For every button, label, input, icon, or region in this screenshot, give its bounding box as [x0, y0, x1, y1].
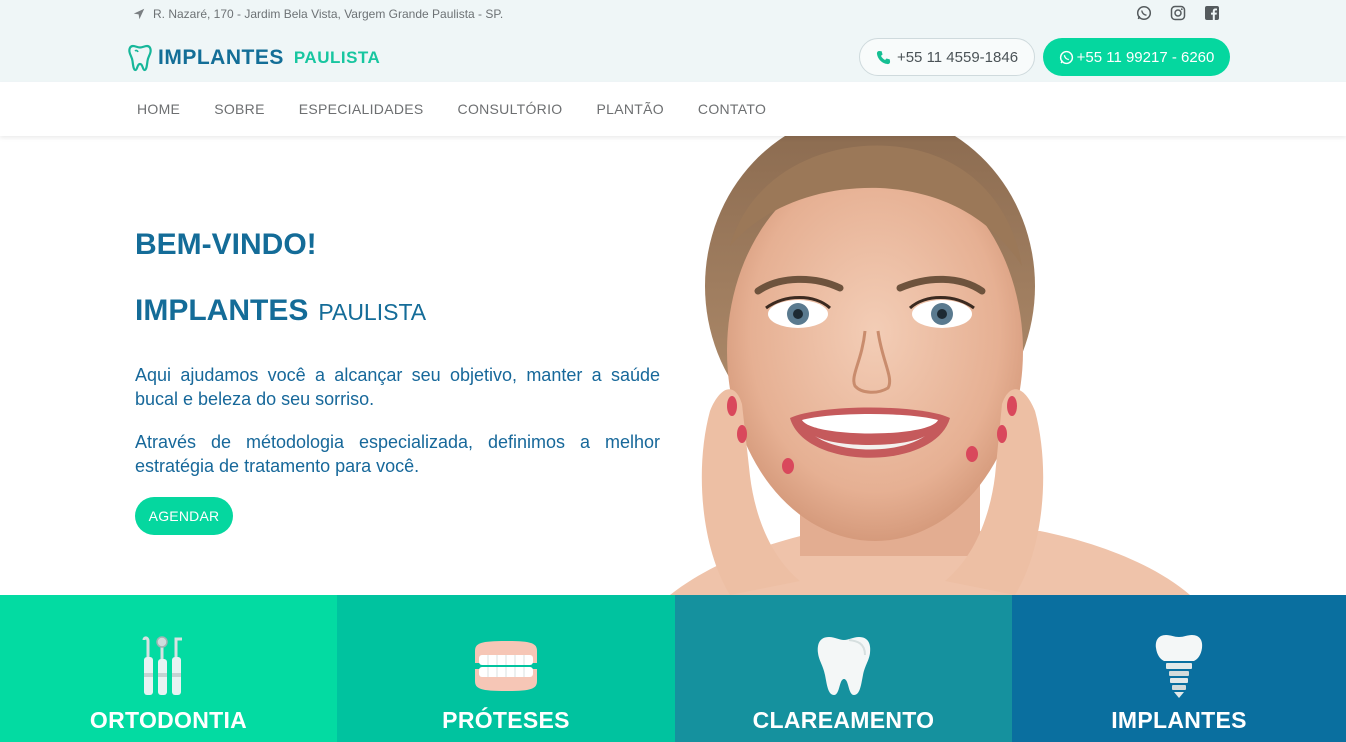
- address-text: R. Nazaré, 170 - Jardim Bela Vista, Varg…: [153, 7, 504, 21]
- nav-item-home[interactable]: HOME: [137, 101, 180, 117]
- nav-item-contato[interactable]: CONTATO: [698, 101, 766, 117]
- whatsapp-icon[interactable]: [1136, 5, 1152, 21]
- nav-item-especialidades[interactable]: ESPECIALIDADES: [299, 101, 424, 117]
- top-bar: R. Nazaré, 170 - Jardim Bela Vista, Varg…: [0, 0, 1346, 82]
- location-arrow-icon: [133, 8, 145, 20]
- service-title: IMPLANTES: [1111, 707, 1247, 733]
- hero-brand-heading: IMPLANTES PAULISTA: [135, 294, 426, 328]
- dental-tools-icon: [142, 636, 182, 695]
- whatsapp-button[interactable]: +55 11 99217 - 6260: [1043, 38, 1230, 76]
- nav-item-plantao[interactable]: PLANTÃO: [596, 101, 663, 117]
- service-clareamento[interactable]: CLAREAMENTO: [675, 595, 1012, 742]
- hero-brand-main: IMPLANTES: [135, 294, 309, 327]
- service-proteses[interactable]: PRÓTESES: [337, 595, 675, 742]
- phone-button[interactable]: +55 11 4559-1846: [859, 38, 1035, 76]
- tooth-logo-icon: [128, 44, 152, 72]
- social-links: [1136, 5, 1220, 21]
- hero-brand-sub: PAULISTA: [318, 299, 427, 325]
- whatsapp-number: +55 11 99217 - 6260: [1076, 48, 1215, 66]
- service-ortodontia[interactable]: ORTODONTIA: [0, 595, 337, 742]
- tooth-implant-icon: [1155, 635, 1203, 698]
- facebook-icon[interactable]: [1204, 5, 1220, 21]
- hero-section: BEM-VINDO! IMPLANTES PAULISTA Aqui ajuda…: [0, 136, 1346, 595]
- logo-text-sub: PAULISTA: [293, 48, 381, 67]
- phone-number: +55 11 4559-1846: [896, 48, 1019, 66]
- nav-item-sobre[interactable]: SOBRE: [214, 101, 265, 117]
- nav-item-consultorio[interactable]: CONSULTÓRIO: [458, 101, 563, 117]
- service-title: ORTODONTIA: [89, 707, 248, 733]
- hero-welcome-heading: BEM-VINDO!: [135, 228, 317, 261]
- services-strip: ORTODONTIA PRÓTESES CLAREAMENTO IMPLANTE…: [0, 595, 1346, 742]
- schedule-button[interactable]: AGENDAR: [135, 497, 233, 535]
- logo-text-main: IMPLANTES: [158, 46, 284, 69]
- service-title: CLAREAMENTO: [752, 707, 935, 733]
- hero-paragraph-2: Através de métodologia especializada, de…: [135, 432, 660, 476]
- phone-icon: [876, 50, 891, 64]
- smiling-woman-image: [670, 136, 1190, 595]
- tooth-icon: [817, 637, 870, 695]
- instagram-icon[interactable]: [1170, 5, 1186, 21]
- service-title: PRÓTESES: [442, 707, 570, 733]
- main-nav: HOME SOBRE ESPECIALIDADES CONSULTÓRIO PL…: [0, 82, 1346, 136]
- hero-paragraph-1: Aqui ajudamos você a alcançar seu objeti…: [135, 365, 660, 409]
- service-implantes[interactable]: IMPLANTES: [1012, 595, 1346, 742]
- denture-icon: [475, 641, 537, 691]
- address: R. Nazaré, 170 - Jardim Bela Vista, Varg…: [133, 6, 503, 22]
- whatsapp-icon: [1059, 50, 1073, 64]
- site-logo[interactable]: IMPLANTES PAULISTA: [128, 42, 380, 74]
